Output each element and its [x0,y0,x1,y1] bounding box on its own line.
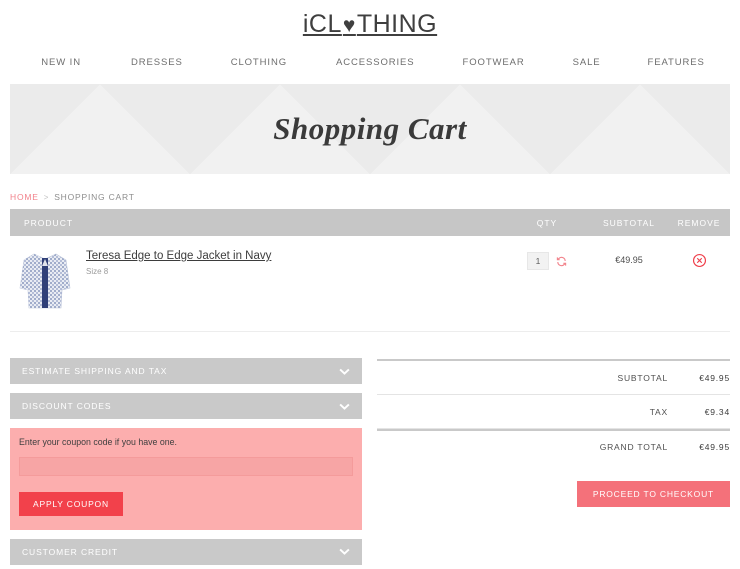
chevron-down-icon [338,546,350,558]
logo-text-suffix: THING [356,9,438,38]
cart-table: PRODUCT QTY SUBTOTAL REMOVE Teresa Edge … [10,209,730,332]
cart-lower-section: ESTIMATE SHIPPING AND TAX DISCOUNT CODES… [10,358,730,569]
chevron-down-icon [338,365,350,377]
column-header-remove: REMOVE [677,217,721,228]
totals-label-tax: TAX [649,406,668,417]
totals-value-grand-total: €49.95 [699,442,730,452]
hero-banner: Shopping Cart [10,84,730,174]
nav-item-sale[interactable]: SALE [573,57,601,68]
checkout-button-wrap: PROCEED TO CHECKOUT [377,481,730,507]
breadcrumb-separator: > [43,192,50,202]
circle-x-icon[interactable] [691,252,707,268]
page-title: Shopping Cart [273,111,467,146]
product-thumbnail[interactable] [14,246,76,316]
cart-table-header: PRODUCT QTY SUBTOTAL REMOVE [10,209,730,236]
cart-options-column: ESTIMATE SHIPPING AND TAX DISCOUNT CODES… [10,358,362,569]
qty-control [504,244,590,270]
accordion-customer-credit[interactable]: CUSTOMER CREDIT [10,538,362,565]
site-header: iCL ♥ THING [0,0,740,48]
accordion-estimate-shipping-and-tax[interactable]: ESTIMATE SHIPPING AND TAX [10,358,362,384]
coupon-instruction: Enter your coupon code if you have one. [19,437,177,447]
site-logo[interactable]: iCL ♥ THING [303,10,437,39]
nav-item-features[interactable]: FEATURES [648,57,705,68]
main-navigation: NEW IN DRESSES CLOTHING ACCESSORIES FOOT… [0,48,740,78]
proceed-to-checkout-button[interactable]: PROCEED TO CHECKOUT [576,481,730,507]
product-size: Size 8 [86,267,109,276]
coupon-code-input[interactable] [19,456,353,476]
product-name[interactable]: Teresa Edge to Edge Jacket in Navy [86,250,271,262]
accordion-label-discount: DISCOUNT CODES [22,401,112,411]
totals-table: SUBTOTAL €49.95 TAX €9.34 GRAND TOTAL €4… [377,359,730,463]
nav-item-footwear[interactable]: FOOTWEAR [463,57,525,68]
table-row: Teresa Edge to Edge Jacket in Navy Size … [10,236,730,332]
breadcrumb-current: SHOPPING CART [54,192,135,202]
apply-coupon-button[interactable]: APPLY COUPON [19,491,123,516]
column-header-subtotal: SUBTOTAL [602,217,656,228]
totals-row-grand-total: GRAND TOTAL €49.95 [377,429,730,463]
item-subtotal: €49.95 [615,255,643,265]
chevron-down-icon [338,400,350,412]
totals-value-tax: €9.34 [704,406,730,417]
order-totals-column: SUBTOTAL €49.95 TAX €9.34 GRAND TOTAL €4… [377,358,730,507]
accordion-label-credit: CUSTOMER CREDIT [22,546,118,557]
nav-item-dresses[interactable]: DRESSES [131,57,183,68]
totals-row-subtotal: SUBTOTAL €49.95 [377,361,730,395]
quantity-input[interactable] [527,252,549,270]
accordion-discount-codes[interactable]: DISCOUNT CODES [10,393,362,419]
nav-item-new-in[interactable]: NEW IN [41,57,81,68]
heart-icon: ♥ [342,13,356,37]
totals-value-subtotal: €49.95 [699,372,730,383]
column-header-product: PRODUCT [24,217,74,228]
breadcrumb-home[interactable]: HOME [10,192,39,202]
accordion-label-shipping: ESTIMATE SHIPPING AND TAX [22,366,168,376]
jacket-image [19,253,71,309]
nav-item-accessories[interactable]: ACCESSORIES [336,57,415,68]
coupon-panel: Enter your coupon code if you have one. … [10,428,362,530]
totals-row-tax: TAX €9.34 [377,395,730,429]
nav-item-clothing[interactable]: CLOTHING [231,57,287,68]
column-header-qty: QTY [536,217,558,228]
totals-label-grand-total: GRAND TOTAL [599,442,668,452]
totals-label-subtotal: SUBTOTAL [617,372,668,383]
product-info: Teresa Edge to Edge Jacket in Navy Size … [86,244,271,276]
refresh-icon[interactable] [555,255,567,267]
breadcrumb: HOME > SHOPPING CART [10,192,730,202]
logo-text-prefix: iCL [302,9,342,38]
